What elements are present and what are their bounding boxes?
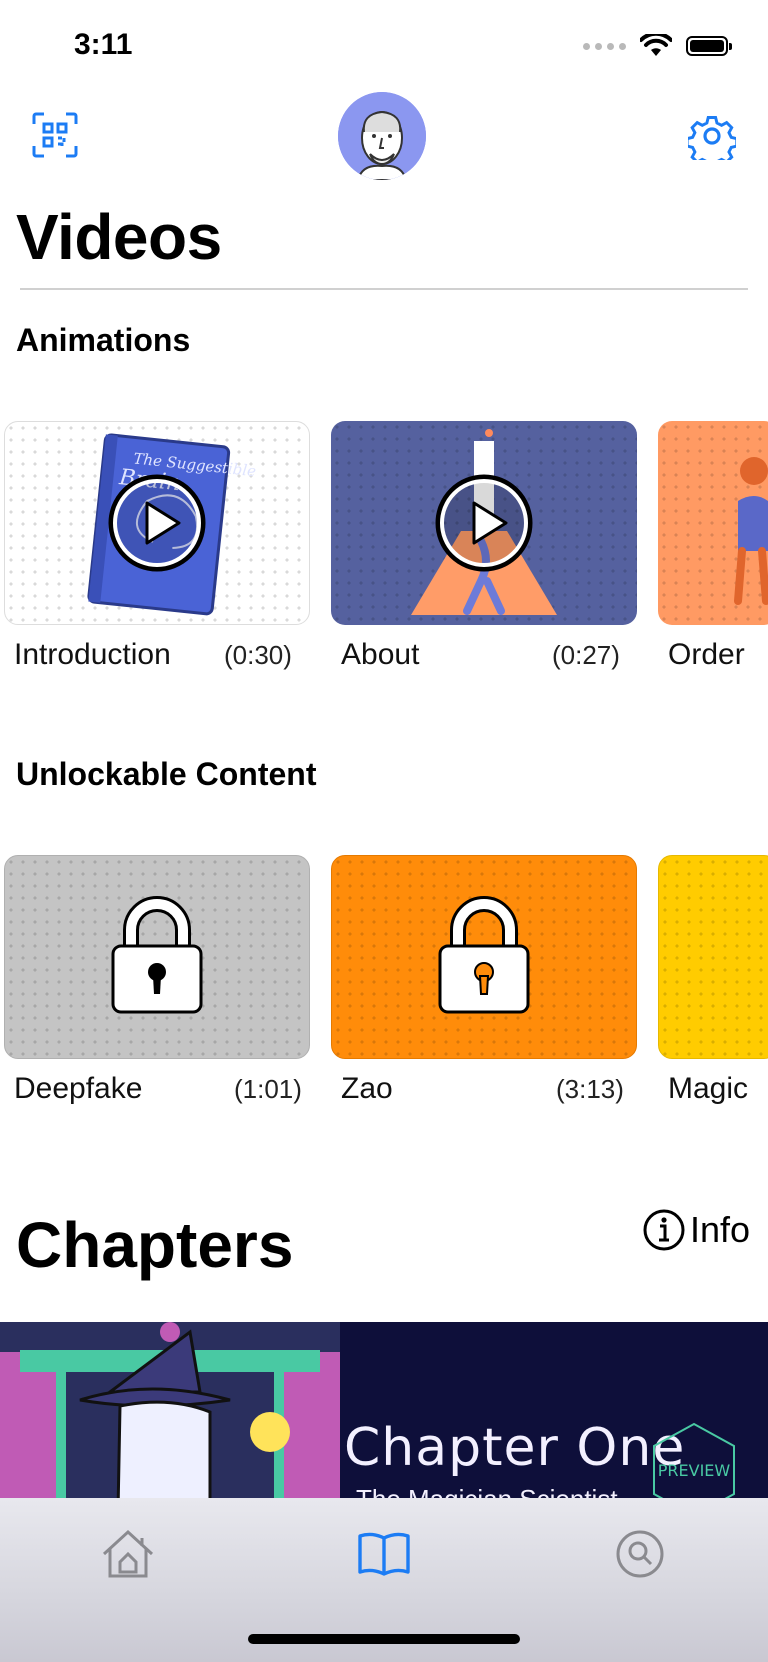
tab-home[interactable] [98,1524,158,1584]
locked-card-deepfake[interactable] [4,855,310,1059]
status-time: 3:11 [74,28,133,61]
page-title: Videos [16,201,222,273]
book-tab-icon [358,1532,410,1576]
info-label: Info [689,1209,750,1250]
video-label-order: Order [668,638,745,671]
tab-book[interactable] [354,1524,414,1584]
battery-icon [686,36,732,56]
chapter-title: Chapter One [344,1418,686,1478]
unlockable-section-title: Unlockable Content [16,756,317,792]
profile-avatar[interactable] [338,92,426,180]
tab-search[interactable] [610,1524,670,1584]
video-card-introduction[interactable]: The Suggestible Brain [4,421,310,625]
video-duration-introduction: (0:30) [224,640,292,670]
video-label-introduction: Introduction [14,638,171,671]
search-tab-icon [616,1530,664,1578]
gear-icon [685,116,739,169]
lock-icon [111,896,203,1014]
locked-duration-deepfake: (1:01) [234,1074,302,1104]
qr-code-icon [32,112,78,158]
video-card-about[interactable] [331,421,637,625]
wizard-illustration [0,1322,340,1512]
status-indicators [583,34,732,58]
scientist-avatar-icon [338,92,426,180]
video-card-order[interactable] [658,421,768,625]
cellular-signal-icon [583,42,626,50]
lock-icon [438,896,530,1014]
locked-card-magic[interactable] [658,855,768,1059]
locked-label-deepfake: Deepfake [14,1072,143,1105]
svg-text:PREVIEW: PREVIEW [658,1461,731,1480]
settings-button[interactable] [685,112,739,169]
wifi-icon [640,34,672,56]
info-circle-icon [643,1209,685,1251]
video-duration-about: (0:27) [552,640,620,670]
play-icon [435,474,533,572]
figure-illustration [734,457,768,605]
home-indicator[interactable] [248,1634,520,1644]
home-tab-icon [102,1529,154,1578]
title-divider [20,288,748,290]
chapter-one-banner[interactable]: Chapter One The Magician Scientist PREVI… [0,1322,768,1512]
locked-card-zao[interactable] [331,855,637,1059]
qr-scan-button[interactable] [32,112,78,158]
info-button[interactable]: Info [642,1208,750,1252]
locked-duration-zao: (3:13) [556,1074,624,1104]
video-label-about: About [341,638,420,671]
chapters-title: Chapters [16,1209,294,1281]
locked-label-zao: Zao [341,1072,393,1105]
locked-label-magic: Magic [668,1072,749,1105]
animations-section-title: Animations [16,322,191,358]
play-icon [108,474,206,572]
